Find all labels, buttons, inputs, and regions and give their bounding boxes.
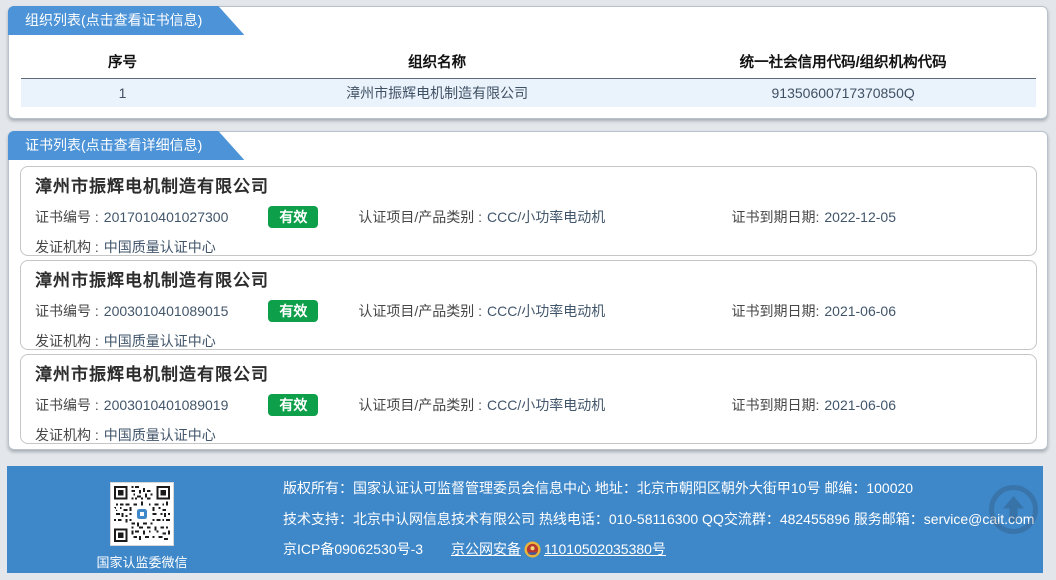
cert-no-value: 2003010401089015 <box>104 303 229 319</box>
issuer-label: 发证机构 : <box>35 237 99 257</box>
project-label: 认证项目/产品类别 : <box>358 395 482 415</box>
icp-number: 京ICP备09062530号-3 <box>283 541 423 557</box>
org-table: 序号 组织名称 统一社会信用代码/组织机构代码 1 漳州市振辉电机制造有限公司 … <box>21 45 1036 107</box>
project-label: 认证项目/产品类别 : <box>358 301 482 321</box>
police-registration-link[interactable]: 京公网安备 <box>451 541 521 557</box>
wechat-qr-code-image <box>110 482 174 546</box>
status-badge: 有效 <box>268 206 318 228</box>
cert-cards: 漳州市振辉电机制造有限公司 证书编号 : 2017010401027300 有效… <box>20 166 1037 448</box>
footer-text-block: 版权所有：国家认证认可监督管理委员会信息中心 地址：北京市朝阳区朝外大街甲10号… <box>283 473 1034 565</box>
status-badge: 有效 <box>268 394 318 416</box>
cert-list-tab[interactable]: 证书列表(点击查看详细信息) <box>8 131 244 160</box>
cert-no-label: 证书编号 : <box>35 207 99 227</box>
cert-no-value: 2003010401089019 <box>104 397 229 413</box>
footer-support-line: 技术支持：北京中认网信息技术有限公司 热线电话：010-58116300 QQ交… <box>283 504 1034 535</box>
status-badge: 有效 <box>268 300 318 322</box>
cert-card[interactable]: 漳州市振辉电机制造有限公司 证书编号 : 2003010401089019 有效… <box>20 354 1037 444</box>
issuer-label: 发证机构 : <box>35 425 99 445</box>
page: 组织列表(点击查看证书信息) 序号 组织名称 统一社会信用代码/组织机构代码 1… <box>0 0 1056 580</box>
footer-copyright-line: 版权所有：国家认证认可监督管理委员会信息中心 地址：北京市朝阳区朝外大街甲10号… <box>283 473 1034 504</box>
cert-list-panel: 证书列表(点击查看详细信息) 漳州市振辉电机制造有限公司 证书编号 : 2017… <box>8 131 1048 450</box>
wechat-qr-block: 国家认监委微信 <box>82 482 202 571</box>
footer: 国家认监委微信 版权所有：国家认证认可监督管理委员会信息中心 地址：北京市朝阳区… <box>7 466 1043 573</box>
org-row-name[interactable]: 漳州市振辉电机制造有限公司 <box>224 78 650 107</box>
expiry-value: 2022-12-05 <box>824 209 896 225</box>
issuer-value: 中国质量认证中心 <box>104 237 216 257</box>
cert-card[interactable]: 漳州市振辉电机制造有限公司 证书编号 : 2017010401027300 有效… <box>20 166 1037 256</box>
org-list-panel: 组织列表(点击查看证书信息) 序号 组织名称 统一社会信用代码/组织机构代码 1… <box>8 6 1048 119</box>
project-value: CCC/小功率电动机 <box>487 207 605 227</box>
cert-company: 漳州市振辉电机制造有限公司 <box>35 363 1022 387</box>
org-col-name: 组织名称 <box>224 45 650 78</box>
project-value: CCC/小功率电动机 <box>487 395 605 415</box>
project-value: CCC/小功率电动机 <box>487 301 605 321</box>
issuer-label: 发证机构 : <box>35 331 99 351</box>
cert-company: 漳州市振辉电机制造有限公司 <box>35 269 1022 293</box>
back-to-top-button[interactable] <box>987 483 1040 536</box>
expiry-label: 证书到期日期: <box>731 395 819 415</box>
org-row-index[interactable]: 1 <box>21 78 224 107</box>
org-row-code[interactable]: 91350600717370850Q <box>650 78 1036 107</box>
expiry-label: 证书到期日期: <box>731 207 819 227</box>
police-badge-icon <box>524 541 541 558</box>
issuer-value: 中国质量认证中心 <box>104 425 216 445</box>
org-table-row[interactable]: 1 漳州市振辉电机制造有限公司 91350600717370850Q <box>21 78 1036 107</box>
expiry-value: 2021-06-06 <box>824 303 896 319</box>
wechat-qr-caption: 国家认监委微信 <box>82 552 202 571</box>
expiry-value: 2021-06-06 <box>824 397 896 413</box>
police-registration-number-link[interactable]: 11010502035380号 <box>544 541 666 557</box>
cert-no-label: 证书编号 : <box>35 395 99 415</box>
issuer-value: 中国质量认证中心 <box>104 331 216 351</box>
cert-card[interactable]: 漳州市振辉电机制造有限公司 证书编号 : 2003010401089015 有效… <box>20 260 1037 350</box>
org-col-code: 统一社会信用代码/组织机构代码 <box>650 45 1036 78</box>
cert-company: 漳州市振辉电机制造有限公司 <box>35 175 1022 199</box>
org-col-index: 序号 <box>21 45 224 78</box>
cert-no-value: 2017010401027300 <box>104 209 229 225</box>
org-table-header-row: 序号 组织名称 统一社会信用代码/组织机构代码 <box>21 45 1036 78</box>
org-list-tab[interactable]: 组织列表(点击查看证书信息) <box>8 6 244 35</box>
expiry-label: 证书到期日期: <box>731 301 819 321</box>
cert-no-label: 证书编号 : <box>35 301 99 321</box>
footer-registration-line: 京ICP备09062530号-3 京公网安备 11010502035380号 <box>283 534 1034 565</box>
project-label: 认证项目/产品类别 : <box>358 207 482 227</box>
